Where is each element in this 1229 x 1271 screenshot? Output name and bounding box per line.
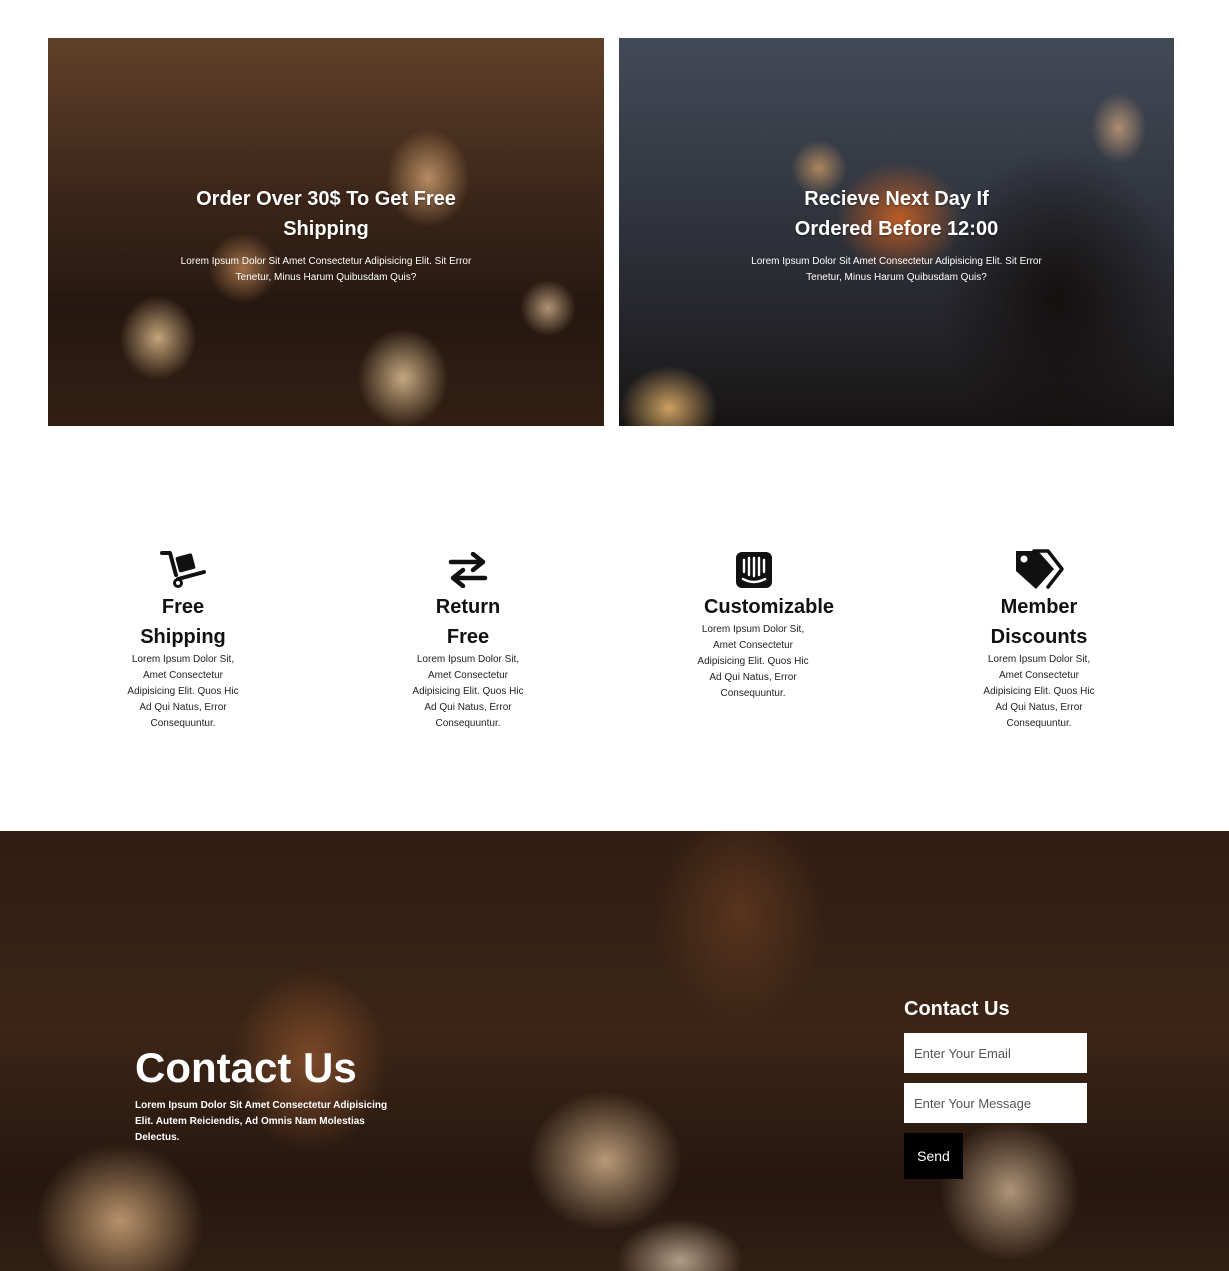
exchange-arrows-icon xyxy=(368,548,568,592)
feature-text: Lorem Ipsum Dolor Sit, Amet Consectetur … xyxy=(412,654,524,729)
tags-icon xyxy=(939,548,1139,592)
contact-text: Lorem Ipsum Dolor Sit Amet Consectetur A… xyxy=(135,1100,388,1143)
banner-text: Lorem Ipsum Dolor Sit Amet Consectetur A… xyxy=(751,256,1042,283)
banner-title: Recieve Next Day If Ordered Before 12:00 xyxy=(794,188,999,240)
send-button[interactable]: Send xyxy=(904,1133,963,1179)
message-input[interactable] xyxy=(904,1083,1087,1123)
feature-return-free: Return Free Lorem Ipsum Dolor Sit, Amet … xyxy=(368,548,568,732)
feature-member-discounts: Member Discounts Lorem Ipsum Dolor Sit, … xyxy=(939,548,1139,732)
banner-title: Order Over 30$ To Get Free Shipping xyxy=(196,188,456,240)
feature-text: Lorem Ipsum Dolor Sit, Amet Consectetur … xyxy=(697,624,809,699)
feature-text: Lorem Ipsum Dolor Sit, Amet Consectetur … xyxy=(983,654,1095,729)
contact-section: Contact Us Lorem Ipsum Dolor Sit Amet Co… xyxy=(0,831,1229,1271)
feature-title: Free Shipping xyxy=(140,596,226,648)
intercom-icon xyxy=(669,548,869,592)
dolly-icon xyxy=(83,548,283,592)
banner-text: Lorem Ipsum Dolor Sit Amet Consectetur A… xyxy=(180,256,472,283)
feature-customizable: Customizable Lorem Ipsum Dolor Sit, Amet… xyxy=(669,548,869,702)
contact-heading: Contact Us xyxy=(135,1044,357,1091)
promo-banner-free-shipping: Order Over 30$ To Get Free Shipping Lore… xyxy=(48,38,604,426)
email-input[interactable] xyxy=(904,1033,1087,1073)
contact-form-title: Contact Us xyxy=(904,998,1010,1020)
promo-banner-next-day: Recieve Next Day If Ordered Before 12:00… xyxy=(619,38,1174,426)
feature-free-shipping: Free Shipping Lorem Ipsum Dolor Sit, Ame… xyxy=(83,548,283,732)
feature-title: Customizable xyxy=(703,596,835,618)
feature-text: Lorem Ipsum Dolor Sit, Amet Consectetur … xyxy=(127,654,239,729)
feature-title: Return Free xyxy=(435,596,501,648)
feature-title: Member Discounts xyxy=(990,596,1088,648)
